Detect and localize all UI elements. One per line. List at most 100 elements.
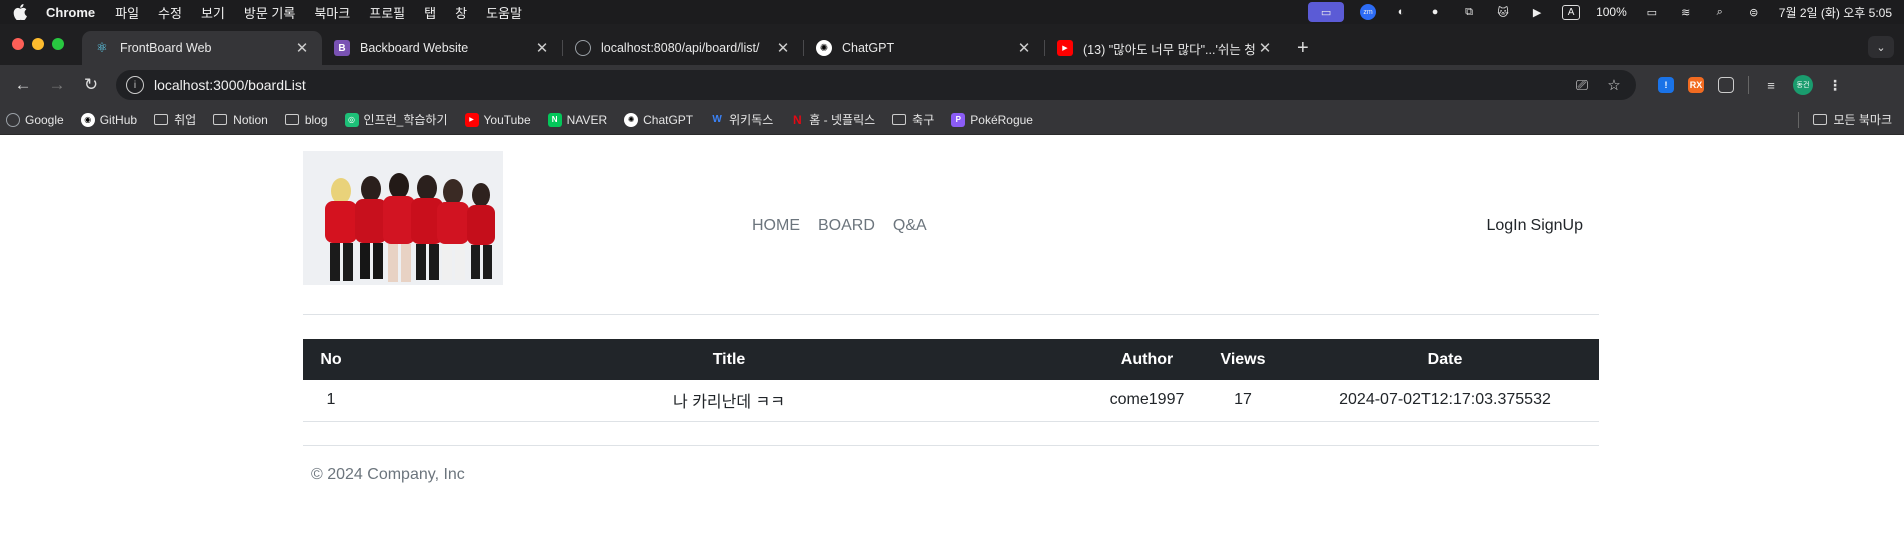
youtube-icon: ▶ — [1057, 40, 1073, 56]
login-link[interactable]: LogIn — [1486, 217, 1526, 235]
bookmark-netflix[interactable]: N 홈 - 넷플릭스 — [790, 111, 875, 128]
bookmark-folder-jobs[interactable]: 취업 — [154, 111, 196, 128]
menu-history[interactable]: 방문 기록 — [244, 3, 295, 22]
tab-backboard[interactable]: B Backboard Website ✕ — [322, 31, 562, 65]
spotlight-search-icon[interactable]: ⌕ — [1711, 5, 1729, 19]
control-center-icon[interactable]: ⊜ — [1745, 5, 1763, 19]
extension-1password-icon[interactable]: ! — [1658, 77, 1674, 93]
column-header-date: Date — [1291, 339, 1599, 380]
tab-title: FrontBoard Web — [120, 41, 212, 55]
reading-list-icon[interactable]: ≡ — [1763, 77, 1779, 93]
menu-bookmarks[interactable]: 북마크 — [314, 3, 350, 22]
install-app-icon[interactable]: ⎚ — [1570, 77, 1594, 94]
menu-window[interactable]: 창 — [455, 3, 467, 22]
tab-title: (13) "많아도 너무 많다"...'쉬는 청 — [1083, 42, 1256, 57]
tab-title: localhost:8080/api/board/list/ — [601, 41, 760, 55]
tab-chatgpt[interactable]: ✺ ChatGPT ✕ — [804, 31, 1044, 65]
nav-qa-link[interactable]: Q&A — [893, 217, 927, 235]
header-group-photo[interactable] — [303, 151, 503, 285]
all-bookmarks-folder[interactable]: 모든 북마크 — [1813, 111, 1892, 128]
screen-mirror-icon[interactable]: ⧉ — [1460, 5, 1478, 19]
site-info-icon[interactable]: i — [126, 76, 144, 94]
tab-frontboard[interactable]: ⚛ FrontBoard Web ✕ — [82, 31, 322, 65]
forward-arrow-icon[interactable]: → — [42, 70, 72, 100]
bookmark-youtube[interactable]: ▶ YouTube — [464, 112, 531, 127]
more-menu-icon[interactable]: ⋮ — [1827, 77, 1843, 93]
bookmark-folder-soccer[interactable]: 축구 — [892, 111, 934, 128]
bookmark-folder-blog[interactable]: blog — [284, 112, 328, 127]
menu-view[interactable]: 보기 — [201, 3, 225, 22]
menu-file[interactable]: 파일 — [115, 3, 139, 22]
google-icon — [6, 112, 20, 127]
address-bar-url[interactable]: localhost:3000/boardList — [154, 77, 1562, 93]
close-tab-icon[interactable]: ✕ — [534, 39, 550, 57]
bookmark-label: 취업 — [174, 113, 197, 127]
bookmark-label: 위키독스 — [729, 113, 774, 127]
menu-tab[interactable]: 탭 — [424, 3, 436, 22]
play-icon[interactable]: ▶ — [1528, 5, 1546, 19]
bookmark-github[interactable]: ◉ GitHub — [80, 112, 138, 127]
bookmark-label: blog — [304, 112, 328, 127]
app-status-icon[interactable]: ◐ — [1392, 5, 1410, 19]
bookmark-inflearn[interactable]: ◎ 인프런_학습하기 — [344, 111, 448, 128]
extension-rx-icon[interactable]: RX — [1688, 77, 1704, 93]
macos-menu-bar: Chrome 파일 수정 보기 방문 기록 북마크 프로필 탭 창 도움말 ▭ … — [0, 0, 1904, 24]
back-arrow-icon[interactable]: ← — [8, 70, 38, 100]
browser-tab-strip: ⚛ FrontBoard Web ✕ B Backboard Website ✕… — [0, 24, 1904, 65]
board-list-table: No Title Author Views Date 1 나 카리난데 ㅋㅋ c… — [303, 339, 1599, 422]
bookmark-label: Notion — [233, 112, 268, 127]
bookmark-star-icon[interactable]: ☆ — [1602, 76, 1626, 94]
app-name-menu[interactable]: Chrome — [46, 5, 95, 20]
bookmark-naver[interactable]: N NAVER — [547, 112, 607, 127]
minimize-window-button[interactable] — [32, 38, 44, 50]
bookmark-pokerogue[interactable]: P PokéRogue — [951, 112, 1033, 127]
zoom-icon[interactable]: zm — [1360, 4, 1377, 20]
footer-copyright: © 2024 Company, Inc — [311, 466, 465, 483]
new-tab-button[interactable]: + — [1285, 31, 1321, 65]
extensions-puzzle-icon[interactable] — [1718, 77, 1734, 93]
bookmark-google[interactable]: Google — [6, 112, 64, 127]
column-header-author: Author — [1099, 339, 1195, 380]
signup-link[interactable]: SignUp — [1531, 217, 1583, 235]
bookmark-wikidocs[interactable]: W 위키독스 — [710, 111, 773, 128]
close-window-button[interactable] — [12, 38, 24, 50]
nav-home-link[interactable]: HOME — [752, 217, 800, 235]
screen-share-icon[interactable]: ▭ — [1308, 2, 1345, 22]
reload-icon[interactable]: ↻ — [76, 70, 106, 100]
menu-help[interactable]: 도움말 — [486, 3, 522, 22]
footer-divider — [303, 445, 1599, 446]
close-tab-icon[interactable]: ✕ — [294, 39, 310, 57]
tab-title: ChatGPT — [842, 41, 895, 55]
table-header-row: No Title Author Views Date — [303, 339, 1599, 380]
table-row[interactable]: 1 나 카리난데 ㅋㅋ come1997 17 2024-07-02T12:17… — [303, 380, 1599, 422]
github-icon: ◉ — [80, 112, 95, 127]
bookmark-chatgpt[interactable]: ✺ ChatGPT — [624, 112, 693, 127]
auth-links: LogIn SignUp — [1486, 217, 1583, 235]
menubar-clock[interactable]: 7월 2일 (화) 오후 5:05 — [1779, 4, 1892, 21]
battery-icon[interactable]: ▭ — [1643, 5, 1661, 19]
bookmark-folder-notion[interactable]: Notion — [213, 113, 268, 127]
menu-profiles[interactable]: 프로필 — [369, 3, 405, 22]
input-source-icon[interactable]: A — [1562, 4, 1581, 20]
bootstrap-icon: B — [334, 40, 350, 56]
cell-title-link[interactable]: 나 카리난데 ㅋㅋ — [359, 380, 1099, 422]
tab-search-chevron-icon[interactable]: ⌄ — [1868, 36, 1894, 58]
bookmark-label: GitHub — [99, 112, 138, 127]
messenger-icon[interactable]: ● — [1426, 5, 1444, 19]
profile-avatar[interactable]: 동건 — [1793, 75, 1813, 95]
nav-board-link[interactable]: BOARD — [818, 217, 875, 235]
tab-youtube[interactable]: ▶ (13) "많아도 너무 많다"...'쉬는 청 ✕ — [1045, 31, 1285, 65]
tab-api-board-list[interactable]: localhost:8080/api/board/list/ ✕ — [563, 31, 803, 65]
address-bar[interactable]: i localhost:3000/boardList ⎚ ☆ — [116, 70, 1636, 100]
wifi-icon[interactable]: ≋ — [1677, 5, 1695, 19]
fullscreen-window-button[interactable] — [52, 38, 64, 50]
battery-percent: 100% — [1596, 5, 1627, 19]
close-tab-icon[interactable]: ✕ — [1257, 39, 1273, 57]
close-tab-icon[interactable]: ✕ — [775, 39, 791, 57]
bookmark-label: Google — [25, 112, 64, 127]
apple-icon[interactable] — [12, 4, 28, 20]
menu-edit[interactable]: 수정 — [158, 3, 182, 22]
cat-icon[interactable]: 🐱 — [1494, 5, 1512, 19]
wikidocs-icon: W — [712, 114, 722, 125]
close-tab-icon[interactable]: ✕ — [1016, 39, 1032, 57]
